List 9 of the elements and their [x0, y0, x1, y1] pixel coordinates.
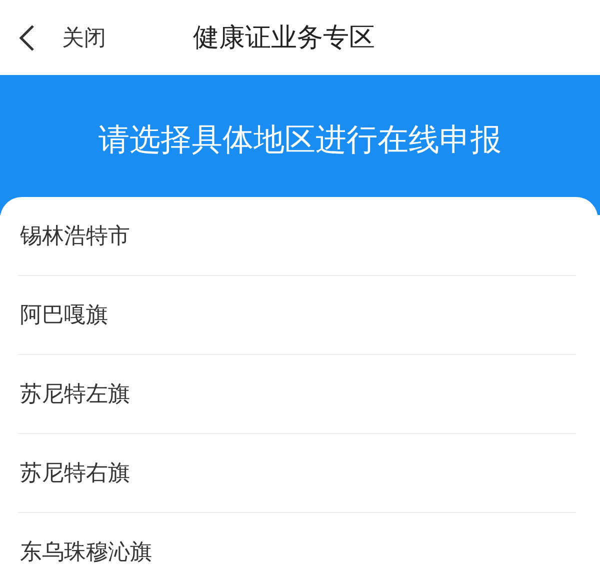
back-icon — [18, 22, 36, 52]
region-item[interactable]: 苏尼特右旗 — [18, 434, 576, 513]
region-item[interactable]: 东乌珠穆沁旗 — [18, 513, 576, 565]
banner-text: 请选择具体地区进行在线申报 — [98, 121, 502, 159]
close-button[interactable]: 关闭 — [18, 22, 106, 52]
page-title: 健康证业务专区 — [193, 22, 375, 55]
region-item[interactable]: 锡林浩特市 — [18, 197, 576, 276]
region-item[interactable]: 阿巴嘎旗 — [18, 276, 576, 355]
region-item[interactable]: 苏尼特左旗 — [18, 355, 576, 434]
